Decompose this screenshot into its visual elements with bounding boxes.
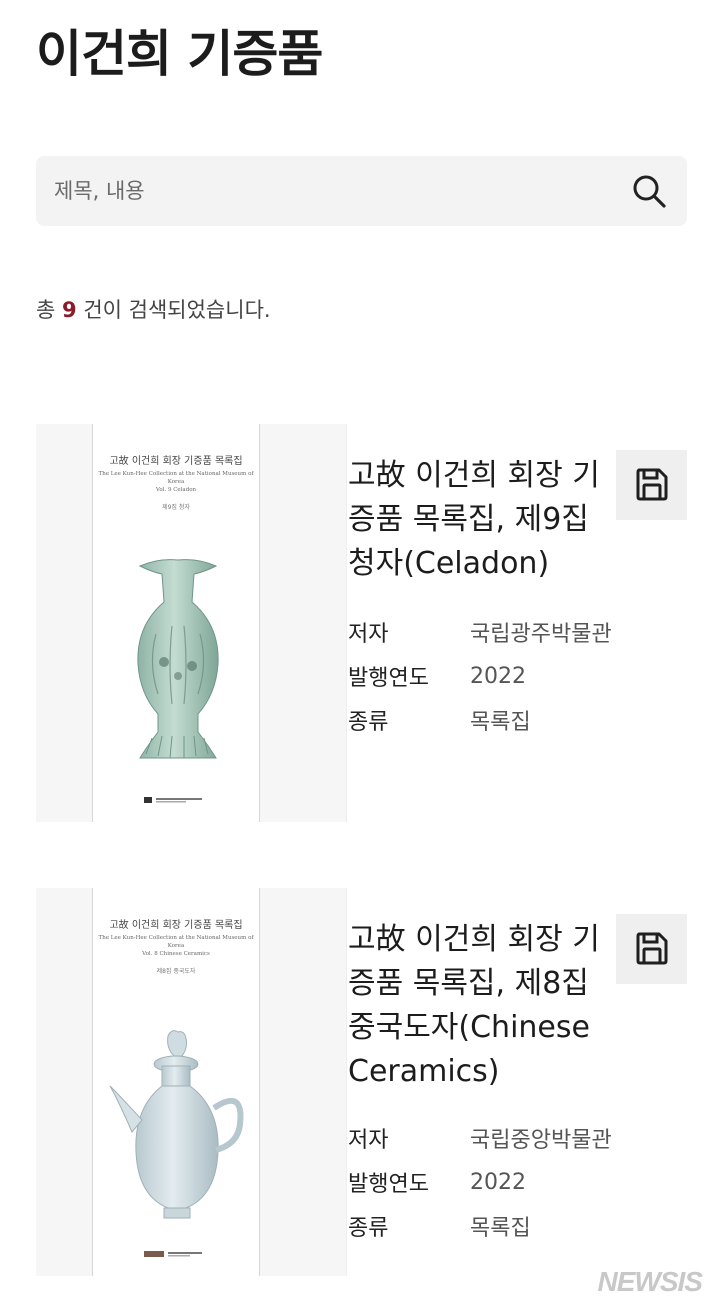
result-count: 총 9 건이 검색되었습니다. — [36, 294, 271, 324]
item-meta: 저자 국립중앙박물관 발행연도 2022 종류 목록집 — [348, 1116, 678, 1248]
meta-row-author: 저자 국립광주박물관 — [348, 610, 678, 654]
meta-label: 종류 — [348, 710, 389, 735]
item-title[interactable]: 고故 이건희 회장 기증품 목록집, 제8집 중국도자(Chinese Cera… — [348, 918, 618, 1094]
cover-volume-label: 제9집 청자 — [162, 504, 190, 511]
save-button[interactable] — [616, 450, 687, 520]
meta-label: 종류 — [348, 1216, 389, 1241]
search-input[interactable] — [54, 156, 614, 226]
celadon-vase-image — [137, 559, 219, 759]
meta-label: 발행연도 — [348, 1172, 429, 1197]
meta-value: 국립광주박물관 — [470, 622, 612, 647]
meta-value: 목록집 — [470, 1216, 531, 1241]
publisher-logo — [144, 1251, 202, 1257]
item-title[interactable]: 고故 이건희 회장 기증품 목록집, 제9집 청자(Celadon) — [348, 454, 618, 586]
cover-title: 고故 이건희 회장 기증품 목록집 — [109, 920, 243, 931]
meta-value: 국립중앙박물관 — [470, 1128, 612, 1153]
book-cover[interactable]: 고故 이건희 회장 기증품 목록집 The Lee Kun-Hee Collec… — [36, 888, 347, 1276]
ewer-image — [109, 1030, 244, 1219]
cover-subtitle: The Lee Kun-Hee Collection at the Nation… — [98, 471, 254, 493]
save-icon — [636, 468, 667, 500]
page: 이건희 기증품 총 9 건이 검색되었습니다. 고故 이건희 회장 기증품 목록… — [0, 0, 720, 1310]
cover-title: 고故 이건희 회장 기증품 목록집 — [109, 456, 243, 467]
book-cover[interactable]: 고故 이건희 회장 기증품 목록집 The Lee Kun-Hee Collec… — [36, 424, 347, 822]
meta-row-type: 종류 목록집 — [348, 1204, 678, 1248]
save-icon — [636, 932, 667, 964]
search-bar — [36, 156, 687, 226]
watermark: NEWSIS — [597, 1266, 703, 1297]
publisher-logo — [144, 797, 202, 803]
save-button[interactable] — [616, 914, 687, 984]
result-count-prefix: 총 — [36, 298, 56, 322]
meta-label: 저자 — [348, 622, 389, 647]
result-count-suffix: 건이 검색되었습니다. — [83, 298, 271, 322]
result-item[interactable]: 고故 이건희 회장 기증품 목록집 The Lee Kun-Hee Collec… — [36, 888, 687, 1288]
cover-volume-label: 제8집 중국도자 — [156, 968, 196, 975]
meta-value: 2022 — [470, 663, 526, 689]
meta-row-year: 발행연도 2022 — [348, 1160, 678, 1204]
meta-row-type: 종류 목록집 — [348, 698, 678, 742]
result-count-number: 9 — [62, 298, 77, 322]
result-item[interactable]: 고故 이건희 회장 기증품 목록집 The Lee Kun-Hee Collec… — [36, 424, 687, 824]
meta-label: 발행연도 — [348, 666, 429, 691]
cover-subtitle: The Lee Kun-Hee Collection at the Nation… — [98, 935, 254, 957]
meta-value: 2022 — [470, 1169, 526, 1195]
meta-row-year: 발행연도 2022 — [348, 654, 678, 698]
meta-label: 저자 — [348, 1128, 389, 1153]
search-icon — [633, 175, 666, 208]
meta-row-author: 저자 국립중앙박물관 — [348, 1116, 678, 1160]
page-title: 이건희 기증품 — [36, 25, 323, 83]
meta-value: 목록집 — [470, 710, 531, 735]
search-button[interactable] — [631, 173, 667, 209]
item-meta: 저자 국립광주박물관 발행연도 2022 종류 목록집 — [348, 610, 678, 742]
